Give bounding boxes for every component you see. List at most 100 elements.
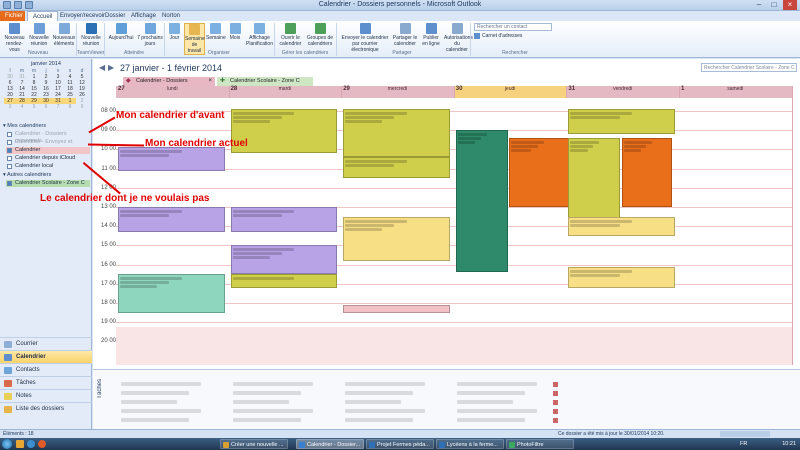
mini-day[interactable]: 3 xyxy=(4,104,16,110)
ribbon-button[interactable]: Nouvelle réunion xyxy=(27,23,51,47)
zoom-slider[interactable] xyxy=(720,431,770,437)
task-row[interactable] xyxy=(121,391,189,395)
ribbon-button[interactable]: Semaine xyxy=(206,23,226,41)
explorer-icon[interactable] xyxy=(16,440,24,448)
ribbon-button[interactable]: Publier en ligne xyxy=(420,23,442,47)
day-header[interactable]: 31 vendredi xyxy=(566,86,679,98)
mini-day[interactable]: 4 xyxy=(16,104,28,110)
appointment[interactable] xyxy=(118,207,225,232)
mini-day[interactable]: 6 xyxy=(40,104,52,110)
appointment[interactable] xyxy=(343,157,450,179)
nav-notes[interactable]: Notes xyxy=(0,389,92,402)
ribbon-button[interactable]: Partager le calendrier xyxy=(392,23,418,47)
appointment[interactable] xyxy=(508,137,569,207)
task-row[interactable] xyxy=(457,409,537,413)
nav-tasks[interactable]: Tâches xyxy=(0,376,92,389)
appointment[interactable] xyxy=(455,130,508,273)
tab-file[interactable]: Fichier xyxy=(0,11,25,21)
task-row[interactable] xyxy=(345,400,401,404)
ribbon-button[interactable]: Ouvrir le calendrier xyxy=(277,23,304,47)
ribbon-button[interactable]: Autorisations du calendrier xyxy=(444,23,473,53)
taskbar-item[interactable]: Projet Fermes péda... xyxy=(366,439,434,449)
task-row[interactable] xyxy=(457,382,537,386)
ribbon-button[interactable]: Mois xyxy=(226,23,244,41)
ribbon-button[interactable]: Affichage Planification xyxy=(246,23,273,47)
language-indicator[interactable]: FR xyxy=(740,438,747,450)
nav-mail[interactable]: Courrier xyxy=(0,337,92,350)
tab-view[interactable]: Affichage xyxy=(126,11,161,21)
start-button[interactable] xyxy=(2,439,12,449)
ribbon-button[interactable]: Nouvelle réunion xyxy=(80,23,102,47)
day-header[interactable]: 30 jeudi xyxy=(453,86,567,98)
checkbox[interactable] xyxy=(7,181,12,186)
task-row[interactable] xyxy=(345,418,413,422)
task-row[interactable] xyxy=(457,418,525,422)
mini-calendar[interactable]: l m m j v s d 30 31 1 2 3 4 5 6 7 8 9 10 11 12 13 14 15 16 17 18 19… xyxy=(4,68,88,110)
day-header[interactable]: 29 mercredi xyxy=(341,86,454,98)
calendar-item-school[interactable]: Calendrier Scolaire - Zone C xyxy=(6,180,90,187)
next-icon[interactable]: ▶ xyxy=(108,63,114,72)
appointment[interactable] xyxy=(568,266,675,288)
appointment[interactable] xyxy=(343,109,450,158)
calendar-item-archive[interactable]: Calendrier - Envoyez et archivage xyxy=(6,139,90,152)
task-row[interactable] xyxy=(121,382,201,386)
search-contact-input[interactable]: Rechercher un contact xyxy=(474,23,552,31)
mini-day[interactable]: 8 xyxy=(64,104,76,110)
ribbon-button[interactable]: Jour xyxy=(166,23,183,41)
checkbox[interactable] xyxy=(7,140,12,145)
browser-icon[interactable] xyxy=(27,440,35,448)
nav-calendar[interactable]: Calendrier xyxy=(0,350,92,363)
close-tab-icon[interactable]: × xyxy=(208,77,212,86)
checkbox[interactable] xyxy=(7,132,12,137)
mini-calendar-title[interactable]: janvier 2014 xyxy=(3,61,89,67)
task-row[interactable] xyxy=(345,382,425,386)
task-row[interactable] xyxy=(121,418,189,422)
mini-day[interactable]: 5 xyxy=(28,104,40,110)
firefox-icon[interactable] xyxy=(38,440,46,448)
mini-day[interactable]: 7 xyxy=(52,104,64,110)
appointment[interactable] xyxy=(568,109,675,135)
task-row[interactable] xyxy=(457,391,525,395)
task-flag-icon[interactable] xyxy=(553,391,558,396)
previous-icon[interactable]: ◀ xyxy=(99,63,105,72)
calendar-item-main[interactable]: Calendrier xyxy=(6,147,90,154)
my-calendars-header[interactable]: ▾ Mes calendriers xyxy=(3,123,46,129)
appointment[interactable] xyxy=(230,207,338,232)
appointment[interactable] xyxy=(343,304,450,313)
tab-calendar-school[interactable]: ✚ Calendrier Scolaire - Zone C xyxy=(217,77,313,86)
day-header[interactable]: 1 samedi xyxy=(679,86,792,98)
ribbon-button[interactable]: Nouveaux éléments xyxy=(52,23,76,47)
calendar-search-input[interactable]: Rechercher Calendrier Scolaire - Zone C xyxy=(701,63,797,72)
calendar-item-local[interactable]: Calendrier local xyxy=(6,163,90,170)
taskbar-item[interactable]: PhotoFiltre xyxy=(506,439,574,449)
ribbon-button[interactable]: Nouveau rendez-vous xyxy=(3,23,26,53)
appointment[interactable] xyxy=(343,216,450,261)
checkbox[interactable] xyxy=(7,156,12,161)
task-row[interactable] xyxy=(233,409,313,413)
appointment[interactable] xyxy=(118,274,225,313)
tab-home[interactable]: Accueil xyxy=(27,11,59,21)
day-header[interactable]: 27 lundi xyxy=(116,86,229,98)
address-book-button[interactable]: Carnet d'adresses xyxy=(474,33,522,39)
task-row[interactable] xyxy=(233,418,301,422)
tab-norton[interactable]: Norton xyxy=(157,11,185,21)
close-icon[interactable]: × xyxy=(783,0,797,10)
task-row[interactable] xyxy=(345,391,413,395)
ribbon-button[interactable]: Aujourd'hui xyxy=(107,23,135,41)
task-row[interactable] xyxy=(121,409,201,413)
taskbar-item[interactable]: Créer une nouvelle ... xyxy=(220,439,288,449)
ribbon-button[interactable]: 7 prochains jours xyxy=(137,23,163,47)
appointment[interactable] xyxy=(622,137,673,207)
appointment[interactable] xyxy=(230,274,338,288)
tab-calendar-personal[interactable]: ◆ Calendrier - Dossiers personnels × xyxy=(123,77,215,93)
calendar-item-icloud[interactable]: Calendrier depuis iCloud xyxy=(6,155,90,162)
task-row[interactable] xyxy=(121,400,177,404)
mini-day[interactable]: 9 xyxy=(76,104,88,110)
task-flag-icon[interactable] xyxy=(553,400,558,405)
ribbon-button[interactable]: Groupes de calendriers xyxy=(306,23,334,47)
maximize-icon[interactable]: □ xyxy=(767,0,781,10)
task-row[interactable] xyxy=(457,400,513,404)
task-row[interactable] xyxy=(233,382,313,386)
task-flag-icon[interactable] xyxy=(553,382,558,387)
task-row[interactable] xyxy=(345,409,425,413)
